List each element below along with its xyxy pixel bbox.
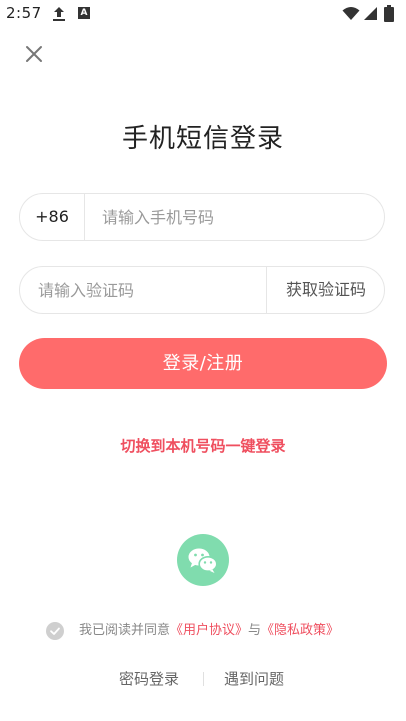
close-button[interactable] [20,40,48,68]
get-code-button[interactable]: 获取验证码 [267,267,385,313]
privacy-policy-link[interactable]: 《隐私政策》 [261,623,339,638]
country-code-selector[interactable]: +86 [20,194,84,240]
phone-input[interactable] [102,194,372,240]
status-time: 2:57 [6,4,42,22]
agree-checkbox[interactable] [46,622,64,640]
agreement: 我已阅读并同意《用户协议》与《隐私政策》 [46,620,386,642]
login-register-button[interactable]: 登录/注册 [19,338,387,389]
help-link[interactable]: 遇到问题 [224,668,284,690]
agreement-conjunction: 与 [248,623,262,638]
wechat-login-button[interactable] [177,534,229,586]
phone-divider [84,194,85,240]
page-title: 手机短信登录 [121,124,284,154]
agreement-prefix: 我已阅读并同意 [79,623,171,638]
verification-code-input[interactable] [38,267,258,313]
bottom-links: 密码登录 遇到问题 [0,668,406,690]
upload-icon [52,6,66,26]
signal-icon [363,6,378,25]
close-icon [20,46,48,72]
phone-field: +86 [19,193,385,241]
notification-a-icon: A [78,7,90,19]
agreement-text: 我已阅读并同意《用户协议》与《隐私政策》 [79,623,339,639]
one-click-login-link[interactable]: 切换到本机号码一键登录 [0,435,406,456]
bottom-divider [203,672,204,686]
wifi-icon [342,6,360,25]
code-field: 获取验证码 [19,266,385,314]
password-login-link[interactable]: 密码登录 [119,668,179,690]
status-bar: 2:57 A [0,0,406,28]
user-agreement-link[interactable]: 《用户协议》 [170,623,248,638]
battery-icon [384,5,394,26]
